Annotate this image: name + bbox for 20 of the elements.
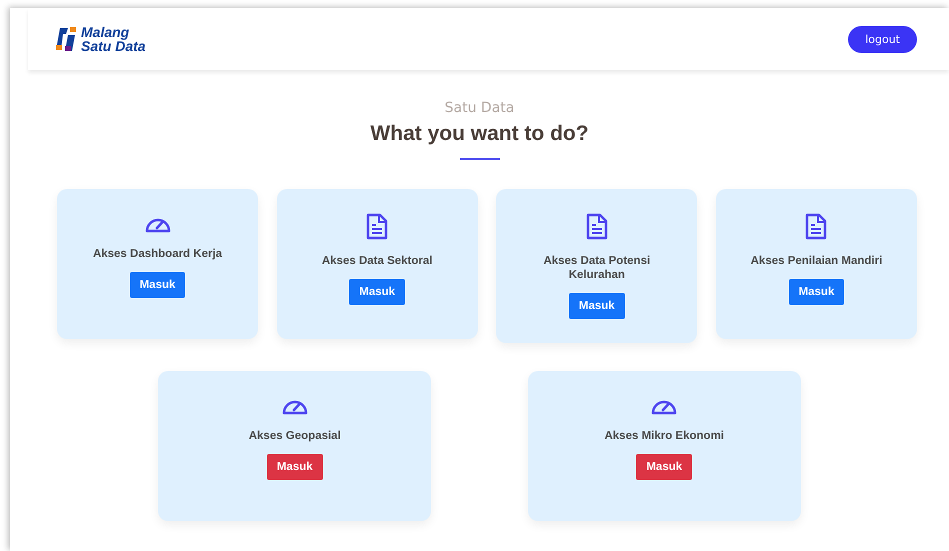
card-title: Akses Dashboard Kerja [92, 247, 222, 261]
page-heading: What you want to do? [370, 122, 589, 146]
enter-button[interactable]: Masuk [349, 279, 406, 305]
enter-button[interactable]: Masuk [636, 454, 692, 480]
card-title: Akses Mikro Ekonomi [604, 429, 724, 443]
document-icon [366, 213, 388, 240]
enter-button[interactable]: Masuk [130, 272, 186, 298]
card-title: Akses Geopasial [248, 429, 341, 443]
card-title: Akses Penilaian Mandiri [750, 254, 882, 268]
logo-text: Malang Satu Data [81, 25, 146, 53]
section-eyebrow: Satu Data [444, 100, 514, 116]
logo-icon [56, 26, 78, 52]
enter-button[interactable]: Masuk [266, 454, 323, 480]
document-icon [586, 213, 608, 240]
card-title: Akses Data Potensi Kelurahan [542, 254, 652, 282]
logout-button[interactable]: logout [848, 26, 917, 52]
enter-button[interactable]: Masuk [568, 293, 625, 319]
enter-button[interactable]: Masuk [788, 279, 844, 305]
document-icon [805, 213, 828, 240]
card-title: Akses Data Sektoral [322, 254, 432, 268]
